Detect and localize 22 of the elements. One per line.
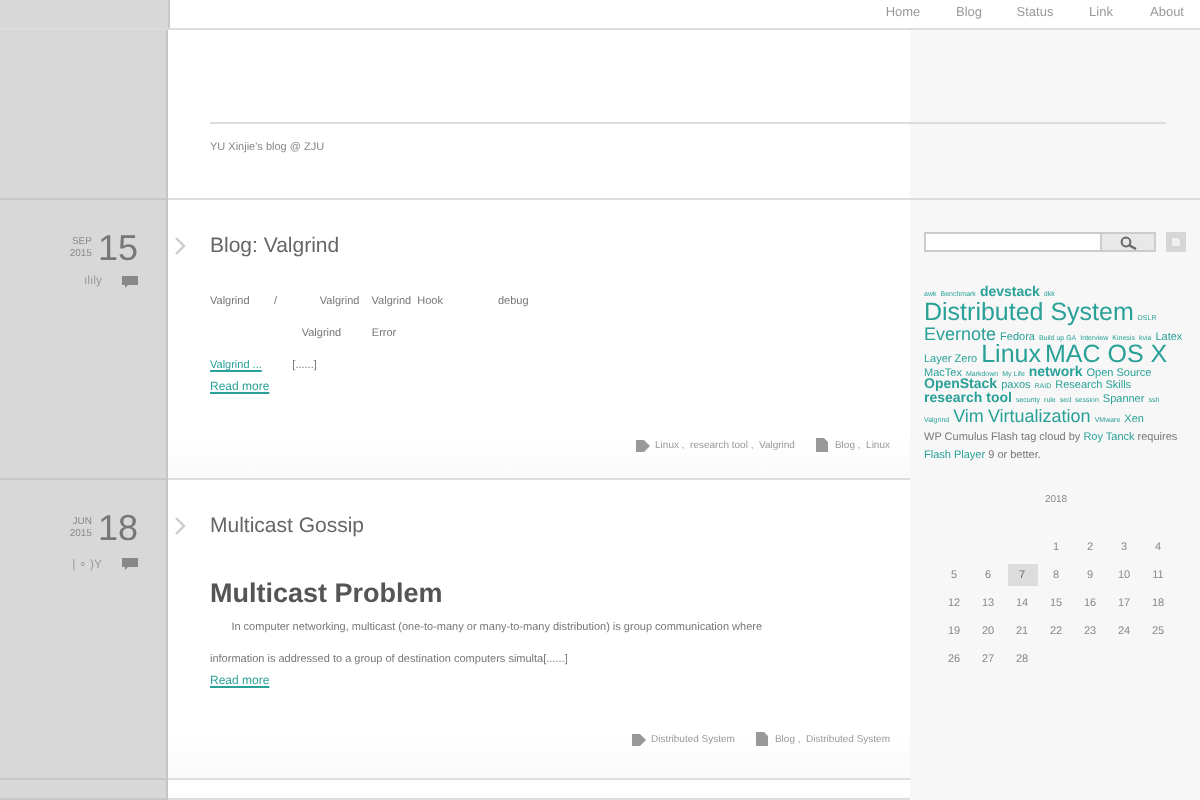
tag-icon — [635, 439, 650, 451]
post-day: 18 — [97, 508, 138, 548]
tag-icon — [631, 733, 645, 745]
comment-icon[interactable] — [122, 276, 138, 288]
post-day: 15 — [97, 228, 138, 268]
comment-icon[interactable] — [122, 558, 138, 570]
tag-cloud-link[interactable]: Evernote — [924, 325, 997, 343]
document-icon — [756, 732, 769, 746]
tag-cloud-link[interactable]: Virtualization — [987, 407, 1091, 425]
tag-cloud-link[interactable]: Vim — [953, 407, 984, 425]
post-title[interactable]: Blog: Valgrind — [210, 234, 340, 258]
feed-icon[interactable] — [1166, 232, 1186, 252]
chevron-icon — [174, 236, 186, 256]
search-field[interactable] — [924, 232, 1156, 252]
document-icon — [816, 438, 829, 452]
search-icon — [1119, 235, 1137, 249]
post-heading: Multicast Problem — [210, 578, 443, 608]
post-title[interactable]: Multicast Gossip — [210, 514, 365, 538]
tag-cloud-link[interactable]: MAC OS X — [1045, 343, 1168, 368]
tag-cloud-link[interactable]: Linux — [981, 343, 1041, 368]
tag-cloud-link[interactable]: Distributed System — [924, 301, 1134, 326]
chevron-icon — [174, 516, 186, 536]
